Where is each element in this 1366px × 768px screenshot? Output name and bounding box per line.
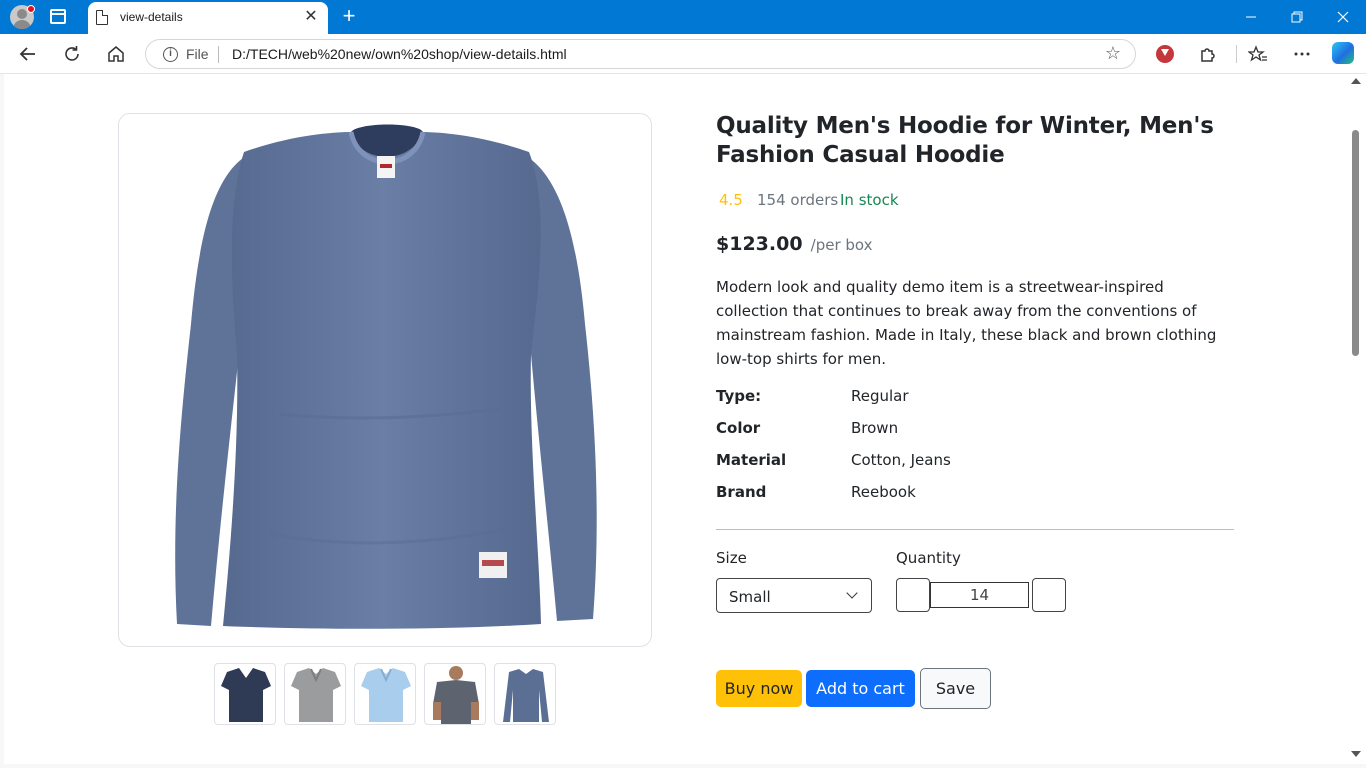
thumbnail-blue-longsleeve[interactable] bbox=[494, 663, 556, 725]
spec-value: Reebook bbox=[851, 483, 916, 501]
product-main-image[interactable] bbox=[118, 113, 652, 647]
spec-value: Cotton, Jeans bbox=[851, 451, 951, 469]
restore-icon[interactable] bbox=[1274, 0, 1320, 34]
chevron-down-icon bbox=[846, 587, 858, 599]
address-bar[interactable]: i File D:/TECH/web%20new/own%20shop/view… bbox=[145, 39, 1136, 69]
spec-row-material: Material Cotton, Jeans bbox=[716, 451, 1234, 475]
tab-view-details[interactable]: view-details ✕ bbox=[88, 2, 328, 34]
product-title: Quality Men's Hoodie for Winter, Men's F… bbox=[716, 113, 1214, 168]
spec-value: Brown bbox=[851, 419, 899, 437]
close-window-icon[interactable] bbox=[1320, 0, 1366, 34]
refresh-icon[interactable] bbox=[60, 42, 84, 66]
close-tab-icon[interactable]: ✕ bbox=[302, 8, 320, 26]
star-icon[interactable]: ☆ bbox=[1105, 43, 1121, 64]
info-icon[interactable]: i bbox=[163, 47, 178, 62]
extension-icon[interactable] bbox=[1156, 45, 1174, 63]
price-unit: /per box bbox=[810, 236, 873, 254]
back-arrow-icon[interactable] bbox=[16, 42, 40, 66]
more-icon[interactable] bbox=[1290, 42, 1314, 66]
stock-status: In stock bbox=[840, 191, 899, 209]
title-bar: view-details ✕ + bbox=[0, 0, 1366, 34]
size-select[interactable]: Small bbox=[716, 578, 872, 613]
product-description: Modern look and quality demo item is a s… bbox=[716, 278, 1217, 368]
product-info: Quality Men's Hoodie for Winter, Men's F… bbox=[716, 112, 1234, 709]
quantity-increment-button[interactable] bbox=[1032, 578, 1066, 612]
orders-count: 154 orders bbox=[757, 191, 839, 209]
puzzle-icon[interactable] bbox=[1196, 42, 1220, 66]
minimize-icon[interactable] bbox=[1228, 0, 1274, 34]
buy-now-button[interactable]: Buy now bbox=[716, 670, 802, 707]
quantity-input[interactable]: 14 bbox=[930, 582, 1029, 608]
tab-actions-icon[interactable] bbox=[50, 9, 66, 24]
spec-row-type: Type: Regular bbox=[716, 387, 1234, 411]
page-icon bbox=[96, 10, 108, 25]
new-tab-icon[interactable]: + bbox=[338, 5, 360, 27]
divider bbox=[716, 529, 1234, 530]
size-label: Size bbox=[716, 549, 747, 567]
scroll-thumb[interactable] bbox=[1352, 130, 1359, 356]
scroll-up-icon[interactable] bbox=[1351, 78, 1361, 84]
spec-key: Brand bbox=[716, 483, 767, 501]
favorites-icon[interactable] bbox=[1246, 42, 1270, 66]
price-row: $123.00 /per box bbox=[716, 233, 873, 255]
thumbnail-man-grey-polo[interactable] bbox=[424, 663, 486, 725]
thumbnail-navy-vneck[interactable] bbox=[214, 663, 276, 725]
toolbar-divider bbox=[1236, 45, 1237, 63]
scroll-down-icon[interactable] bbox=[1351, 751, 1361, 757]
spec-key: Type: bbox=[716, 387, 762, 405]
quantity-decrement-button[interactable] bbox=[896, 578, 930, 612]
spec-key: Material bbox=[716, 451, 787, 469]
spec-value: Regular bbox=[851, 387, 909, 405]
thumbnail-light-blue-polo[interactable] bbox=[354, 663, 416, 725]
save-button[interactable]: Save bbox=[920, 668, 991, 709]
size-selected-value: Small bbox=[729, 588, 771, 606]
add-to-cart-button[interactable]: Add to cart bbox=[806, 670, 915, 707]
home-icon[interactable] bbox=[104, 42, 128, 66]
tab-title: view-details bbox=[120, 10, 183, 24]
thumbnail-grey-polo[interactable] bbox=[284, 663, 346, 725]
price: $123.00 bbox=[716, 233, 803, 255]
notification-dot-icon bbox=[27, 5, 35, 13]
rating-value: 4.5 bbox=[719, 191, 743, 209]
spec-row-color: Color Brown bbox=[716, 419, 1234, 443]
spec-key: Color bbox=[716, 419, 761, 437]
quantity-label: Quantity bbox=[896, 549, 961, 567]
address-divider bbox=[218, 46, 219, 63]
url-text[interactable]: D:/TECH/web%20new/own%20shop/view-detail… bbox=[232, 46, 567, 62]
file-label: File bbox=[186, 46, 209, 62]
copilot-icon[interactable] bbox=[1332, 42, 1354, 64]
vertical-scrollbar[interactable] bbox=[1346, 74, 1366, 764]
spec-row-brand: Brand Reebook bbox=[716, 483, 1234, 507]
